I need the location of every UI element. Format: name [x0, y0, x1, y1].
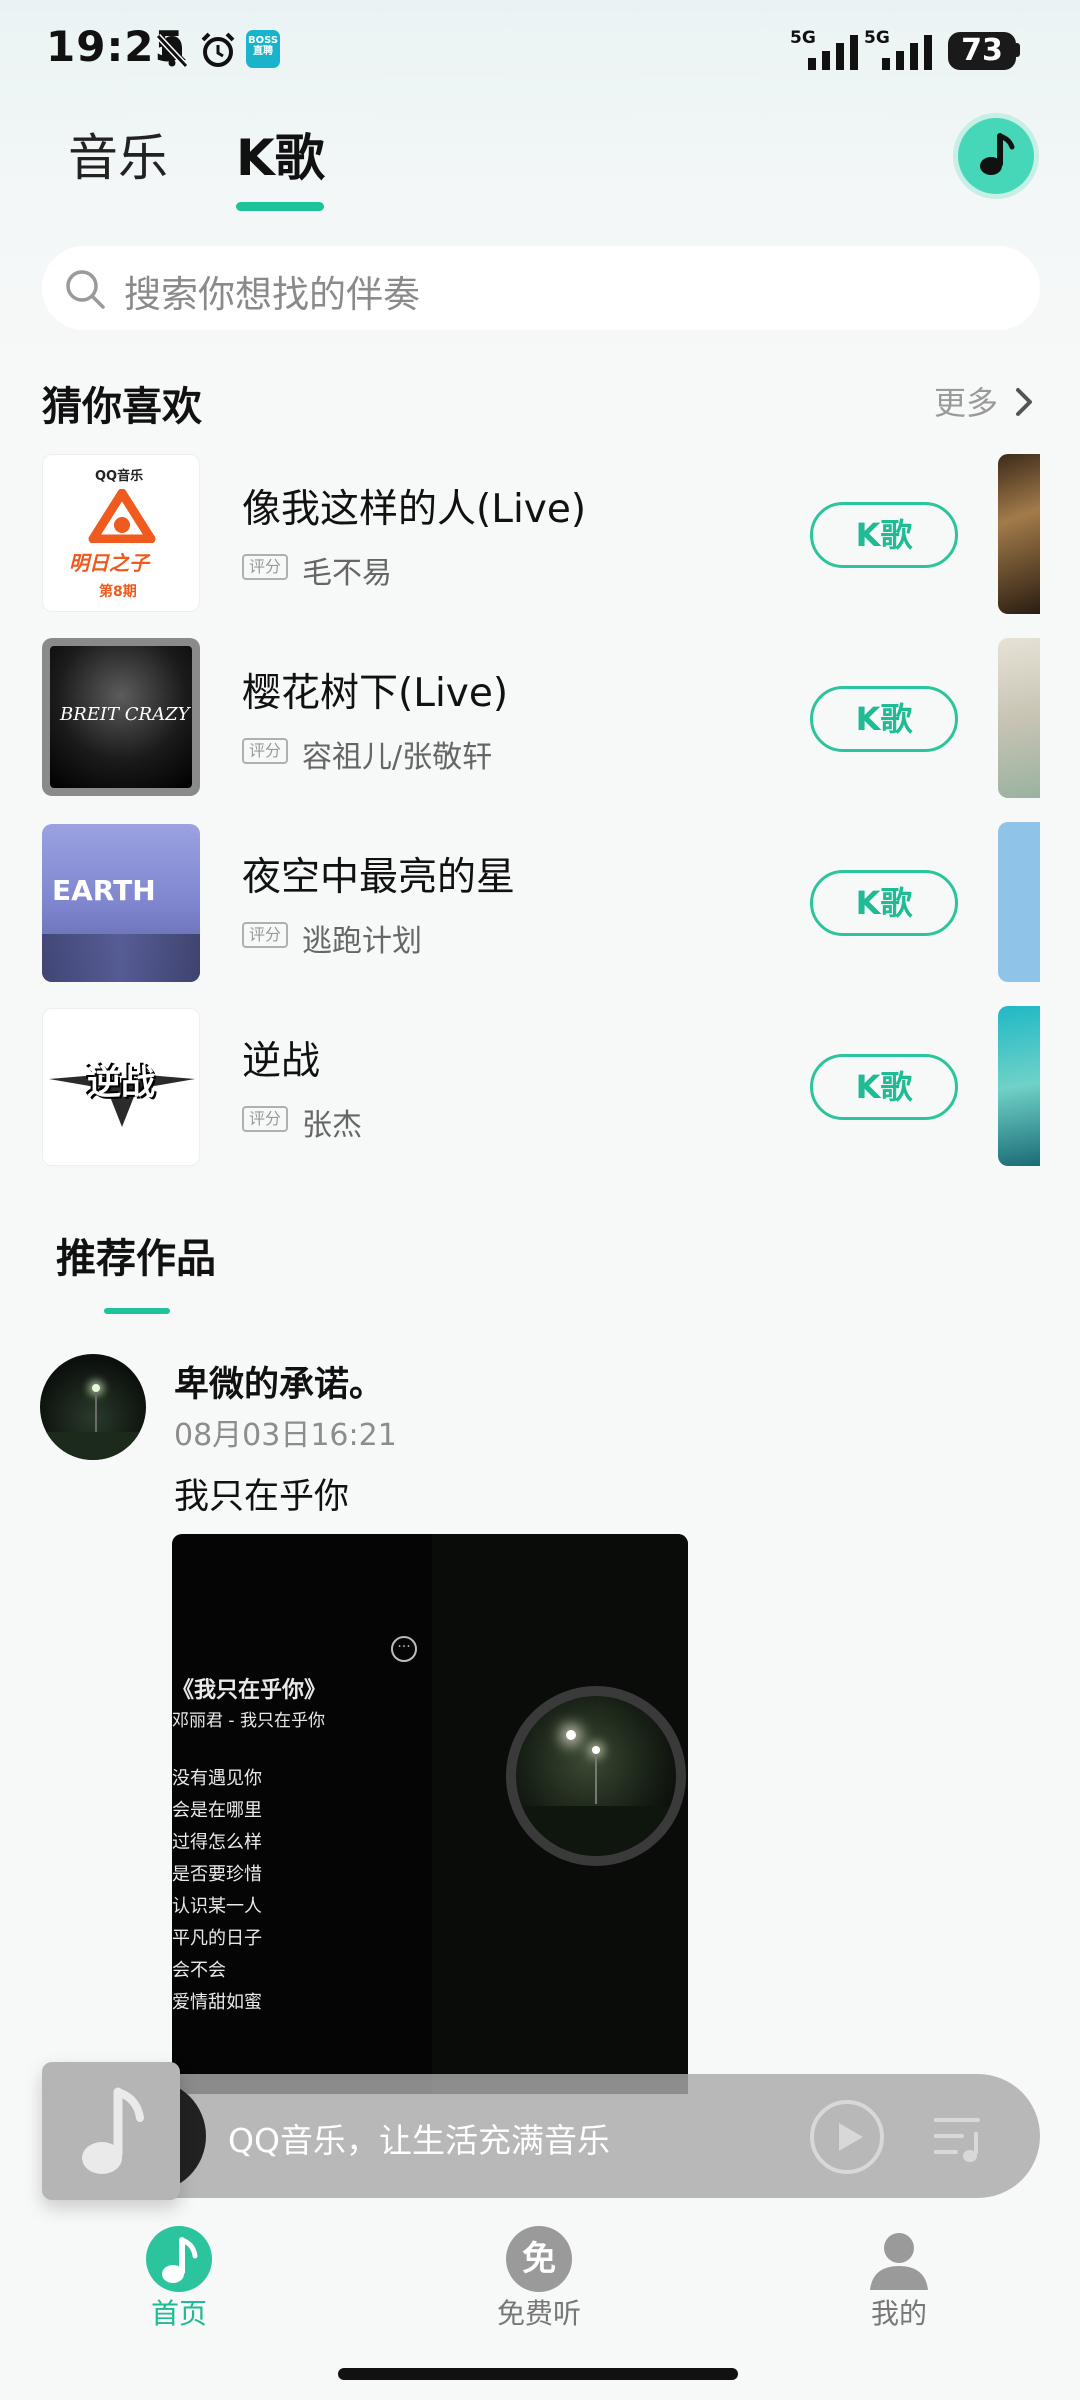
music-note-icon [980, 133, 1015, 175]
song-title[interactable]: 逆战 [242, 1030, 320, 1086]
recommend-tab-indicator [104, 1308, 170, 1314]
post-text: 我只在乎你 [174, 1477, 350, 1517]
more-link[interactable]: 更多 [934, 378, 998, 424]
song-artist: 容祖儿/张敬轩 [302, 740, 493, 775]
ksong-button[interactable]: K歌 [810, 686, 958, 752]
song-cover-text: 明日之子 [69, 551, 149, 575]
song-cover-1[interactable]: QQ音乐 明日之子 第8期 [42, 454, 200, 612]
alarm-icon [201, 32, 235, 67]
ksong-button[interactable]: K歌 [810, 502, 958, 568]
playlist-icon[interactable] [932, 2110, 988, 2166]
music-note-icon [162, 2237, 198, 2283]
lyric-line: 没有遇见你 [172, 1768, 262, 1789]
nav-free-listen-label[interactable]: 免费听 [459, 2292, 619, 2332]
tab-music[interactable]: 音乐 [68, 118, 168, 190]
nav-home-label[interactable]: 首页 [99, 2292, 259, 2332]
qq-music-brand: QQ音乐 [95, 469, 144, 484]
post-video[interactable]: ··· 《我只在乎你》 邓丽君 - 我只在乎你 没有遇见你 会是在哪里 过得怎么… [172, 1534, 688, 2094]
post-timestamp: 08月03日16:21 [174, 1418, 397, 1453]
song-cover-3[interactable]: EARTH [42, 824, 200, 982]
song-artist: 逃跑计划 [302, 924, 422, 959]
mini-player-text[interactable]: QQ音乐，让生活充满音乐 [228, 2114, 610, 2162]
play-icon[interactable] [808, 2098, 886, 2176]
rating-tag: 评分 [242, 922, 288, 948]
song-cover-logo [88, 489, 156, 543]
chevron-right-icon[interactable] [1012, 384, 1036, 420]
song-cover-text: 逆战 [87, 1063, 155, 1103]
song-artist: 毛不易 [302, 556, 392, 591]
song-title[interactable]: 夜空中最亮的星 [242, 846, 515, 902]
song-cover-text: EARTH [52, 874, 156, 907]
song-title[interactable]: 像我这样的人(Live) [242, 478, 586, 534]
song-title[interactable]: 樱花树下(Live) [242, 662, 508, 718]
signal1-icon [808, 35, 858, 70]
song-cover-issue: 第8期 [99, 584, 137, 600]
section-title-recommend[interactable]: 推荐作品 [56, 1226, 216, 1284]
lyric-line: 平凡的日子 [172, 1928, 262, 1949]
avatar[interactable] [40, 1354, 146, 1460]
lyric-line: 认识某一人 [172, 1896, 262, 1917]
section-title-guess-you-like: 猜你喜欢 [42, 384, 202, 430]
free-listen-icon[interactable]: 免 [506, 2226, 572, 2292]
battery-tip [1016, 43, 1020, 57]
lyric-line: 会是在哪里 [172, 1800, 262, 1821]
signal2-icon [882, 35, 932, 70]
tab-active-indicator [236, 202, 324, 211]
video-subtitle: 邓丽君 - 我只在乎你 [172, 1711, 325, 1731]
song-cover-2[interactable]: BREIT CRAZY [42, 638, 200, 796]
battery-indicator: 73 [948, 32, 1016, 70]
tab-ksong[interactable]: K歌 [236, 118, 325, 190]
song-artist: 张杰 [302, 1108, 362, 1143]
nav-profile-label[interactable]: 我的 [819, 2292, 979, 2332]
profile-icon[interactable] [866, 2226, 932, 2292]
more-options-icon[interactable]: ··· [391, 1636, 417, 1662]
song-cover-text: BREIT CRAZY [60, 704, 190, 725]
boss-app-icon: BOSS 直聘 [246, 30, 280, 68]
lyric-line: 是否要珍惜 [172, 1864, 262, 1885]
carousel-peek-cover[interactable] [998, 1006, 1040, 1166]
lyric-line: 过得怎么样 [172, 1832, 262, 1853]
video-circle-frame [506, 1686, 686, 1866]
home-music-icon[interactable] [146, 2226, 212, 2292]
mute-bell-icon [155, 33, 189, 69]
ksong-button[interactable]: K歌 [810, 870, 958, 936]
rating-tag: 评分 [242, 738, 288, 764]
song-cover-4[interactable]: 逆战 [42, 1008, 200, 1166]
video-title: 《我只在乎你》 [172, 1678, 327, 1703]
rating-tag: 评分 [242, 1106, 288, 1132]
home-indicator[interactable] [338, 2368, 738, 2380]
rating-tag: 评分 [242, 554, 288, 580]
ksong-button[interactable]: K歌 [810, 1054, 958, 1120]
carousel-peek-cover[interactable] [998, 454, 1040, 614]
lyric-line: 爱情甜如蜜 [172, 1992, 262, 2013]
mini-player-cover[interactable] [42, 2062, 180, 2200]
carousel-peek-cover[interactable] [998, 638, 1040, 798]
search-icon [66, 270, 105, 309]
post-username[interactable]: 卑微的承诺。 [174, 1356, 384, 1407]
carousel-peek-cover[interactable] [998, 822, 1040, 982]
search-placeholder[interactable]: 搜索你想找的伴奏 [124, 264, 420, 318]
music-note-icon [82, 2087, 144, 2174]
music-player-button[interactable] [958, 118, 1034, 194]
lyric-line: 会不会 [172, 1960, 226, 1981]
